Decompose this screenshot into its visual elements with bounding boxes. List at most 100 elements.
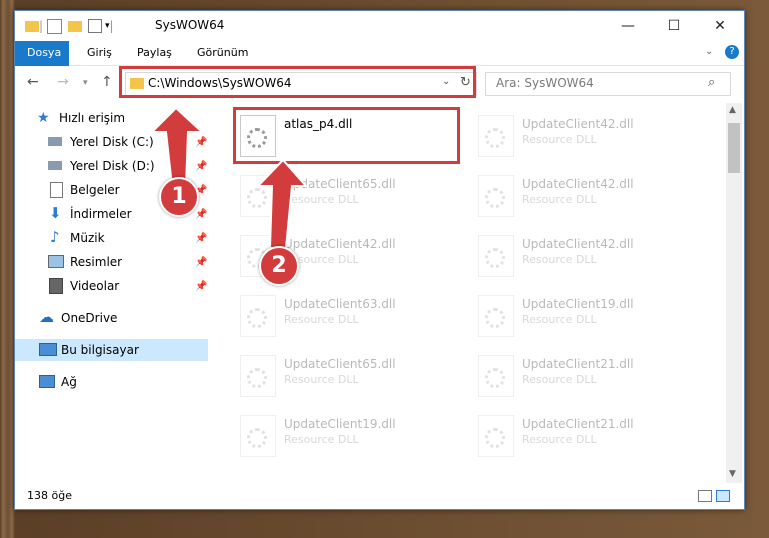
star-icon: ★ xyxy=(37,110,50,126)
list-item[interactable]: UpdateClient65.dll Resource DLL xyxy=(220,167,440,219)
file-type: Resource DLL xyxy=(522,373,597,386)
up-button[interactable]: ↑ xyxy=(101,74,113,90)
pin-icon[interactable]: 📌 xyxy=(195,161,207,172)
dll-file-icon xyxy=(240,175,276,217)
forward-button[interactable]: → xyxy=(57,74,69,90)
list-item[interactable]: UpdateClient42.dll Resource DLL xyxy=(458,107,678,159)
dll-file-icon xyxy=(240,295,276,337)
chevron-down-icon[interactable]: ⌄ xyxy=(705,46,713,57)
pin-icon[interactable]: 📌 xyxy=(195,257,207,268)
help-icon[interactable]: ? xyxy=(725,45,739,59)
file-name: UpdateClient65.dll xyxy=(284,357,396,371)
pin-icon[interactable]: 📌 xyxy=(195,137,207,148)
navigation-pane: ★ Hızlı erişim Yerel Disk (C:) 📌 Yerel D… xyxy=(15,103,208,473)
scroll-up-icon[interactable]: ▲ xyxy=(729,105,736,115)
step-1-badge: 1 xyxy=(159,177,199,217)
sidebar-item-this-pc[interactable]: Bu bilgisayar xyxy=(15,339,208,361)
vertical-scrollbar[interactable]: ▲ ▼ xyxy=(726,103,742,483)
file-type: Resource DLL xyxy=(522,313,597,326)
pin-icon[interactable]: 📌 xyxy=(195,233,207,244)
sidebar-item-label: Ağ xyxy=(61,375,77,389)
sidebar-item-label: Yerel Disk (D:) xyxy=(70,159,155,173)
file-type: Resource DLL xyxy=(522,253,597,266)
file-name: UpdateClient19.dll xyxy=(284,417,396,431)
tab-home[interactable]: Giriş xyxy=(75,41,124,65)
dll-file-icon xyxy=(478,175,514,217)
sidebar-item-label: OneDrive xyxy=(61,311,118,325)
file-type: Resource DLL xyxy=(284,433,359,446)
dll-file-icon xyxy=(478,415,514,457)
dll-file-icon xyxy=(240,415,276,457)
file-name: UpdateClient42.dll xyxy=(284,237,396,251)
file-highlight xyxy=(233,107,460,164)
sidebar-item-label: Hızlı erişim xyxy=(59,111,126,125)
list-item[interactable]: UpdateClient42.dll Resource DLL xyxy=(458,227,678,279)
pin-icon[interactable]: 📌 xyxy=(195,209,207,220)
search-input[interactable]: Ara: SysWOW64 ⌕ xyxy=(485,72,731,96)
file-type: Resource DLL xyxy=(284,313,359,326)
sidebar-item-label: Resimler xyxy=(70,255,123,269)
list-item[interactable]: UpdateClient19.dll Resource DLL xyxy=(220,407,440,459)
list-item[interactable]: UpdateClient42.dll Resource DLL xyxy=(220,227,440,279)
sidebar-item-label: İndirmeler xyxy=(70,207,132,221)
properties-icon[interactable] xyxy=(47,18,62,34)
new-folder-icon[interactable] xyxy=(68,20,82,32)
dll-file-icon xyxy=(478,235,514,277)
back-button[interactable]: ← xyxy=(27,74,39,90)
list-item[interactable]: UpdateClient19.dll Resource DLL xyxy=(458,287,678,339)
sidebar-item-local-disk-d[interactable]: Yerel Disk (D:) 📌 xyxy=(15,155,208,177)
computer-icon xyxy=(39,343,57,356)
item-count: 138 öğe xyxy=(27,489,72,502)
search-placeholder: Ara: SysWOW64 xyxy=(496,76,594,90)
file-type: Resource DLL xyxy=(522,133,597,146)
sidebar-item-quick-access[interactable]: ★ Hızlı erişim xyxy=(15,107,208,129)
pictures-icon xyxy=(48,255,64,268)
sidebar-item-videos[interactable]: Videolar 📌 xyxy=(15,275,208,297)
music-icon: ♪ xyxy=(50,228,60,246)
file-name: UpdateClient42.dll xyxy=(522,117,634,131)
network-icon xyxy=(39,375,55,388)
sidebar-item-network[interactable]: Ağ xyxy=(15,371,208,393)
sidebar-item-pictures[interactable]: Resimler 📌 xyxy=(15,251,208,273)
list-item[interactable]: UpdateClient42.dll Resource DLL xyxy=(458,167,678,219)
details-view-icon[interactable] xyxy=(698,490,712,502)
file-type: Resource DLL xyxy=(522,193,597,206)
sidebar-item-label: Belgeler xyxy=(70,183,120,197)
window-title: SysWOW64 xyxy=(155,18,225,32)
sidebar-item-label: Yerel Disk (C:) xyxy=(70,135,154,149)
scroll-down-icon[interactable]: ▼ xyxy=(729,469,736,479)
pin-icon[interactable]: 📌 xyxy=(195,281,207,292)
video-icon xyxy=(49,278,63,294)
address-bar-highlight xyxy=(119,66,476,98)
tab-view[interactable]: Görünüm xyxy=(185,41,260,65)
close-button[interactable]: ✕ xyxy=(697,11,743,41)
file-name: UpdateClient63.dll xyxy=(284,297,396,311)
file-name: UpdateClient19.dll xyxy=(522,297,634,311)
sidebar-item-local-disk-c[interactable]: Yerel Disk (C:) 📌 xyxy=(15,131,208,153)
tab-share[interactable]: Paylaş xyxy=(125,41,184,65)
file-name: UpdateClient42.dll xyxy=(522,177,634,191)
list-item[interactable]: UpdateClient65.dll Resource DLL xyxy=(220,347,440,399)
download-icon: ⬇ xyxy=(49,204,62,222)
dll-file-icon xyxy=(478,115,514,157)
maximize-button[interactable]: ☐ xyxy=(651,11,697,41)
dll-file-icon xyxy=(478,295,514,337)
drive-icon xyxy=(48,161,62,170)
ribbon-tabs: Dosya Giriş Paylaş Görünüm ⌄ ? xyxy=(15,41,744,93)
file-type: Resource DLL xyxy=(284,373,359,386)
large-icons-view-icon[interactable] xyxy=(716,490,730,502)
list-item[interactable]: UpdateClient63.dll Resource DLL xyxy=(220,287,440,339)
documents-icon xyxy=(50,182,63,198)
minimize-button[interactable]: — xyxy=(605,11,651,41)
dll-file-icon xyxy=(240,355,276,397)
list-item[interactable]: UpdateClient21.dll Resource DLL xyxy=(458,407,678,459)
view-icon[interactable] xyxy=(88,19,102,33)
sidebar-item-music[interactable]: ♪ Müzik 📌 xyxy=(15,227,208,249)
sidebar-item-onedrive[interactable]: ☁ OneDrive xyxy=(15,307,208,329)
sidebar-item-label: Bu bilgisayar xyxy=(61,343,139,357)
scrollbar-thumb[interactable] xyxy=(728,123,740,173)
recent-locations-button[interactable]: ▾ xyxy=(83,78,88,88)
search-icon: ⌕ xyxy=(708,75,716,90)
list-item[interactable]: UpdateClient21.dll Resource DLL xyxy=(458,347,678,399)
file-name: UpdateClient21.dll xyxy=(522,417,634,431)
